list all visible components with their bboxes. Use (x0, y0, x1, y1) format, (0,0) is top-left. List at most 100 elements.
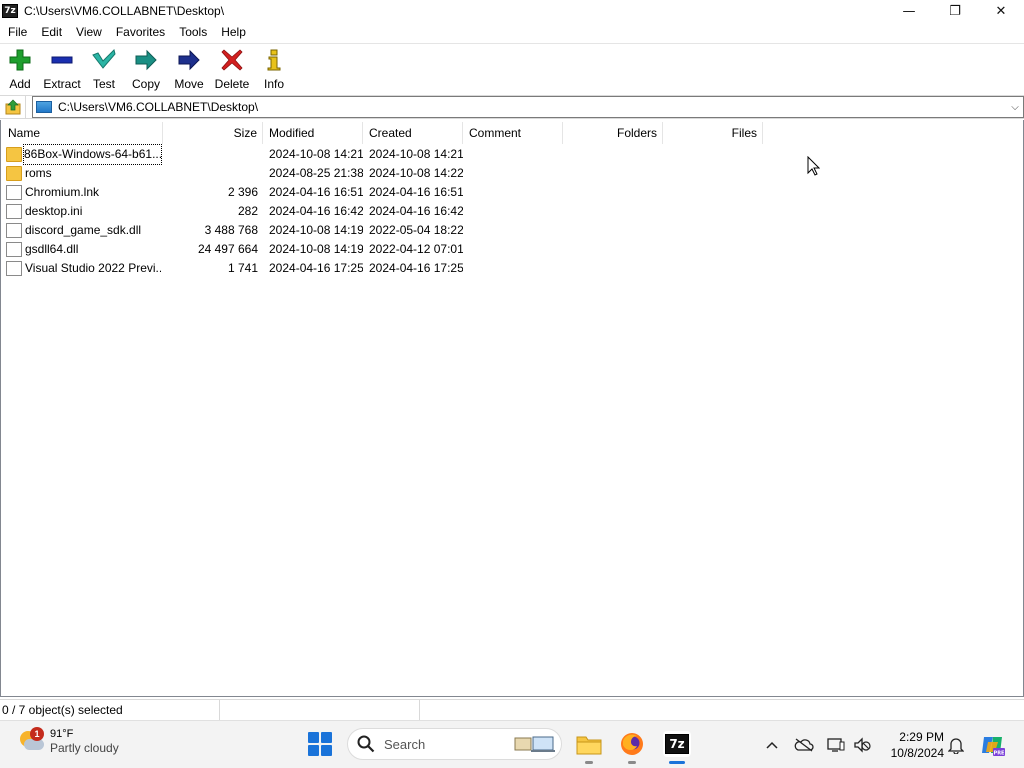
title-bar: 7z C:\Users\VM6.COLLABNET\Desktop\ — ❐ ✕ (0, 0, 1024, 22)
minimize-button[interactable]: — (886, 0, 932, 22)
7zip-taskbar-icon[interactable]: 7z (663, 731, 691, 757)
tray-overflow-chevron-icon[interactable] (762, 735, 782, 755)
move-button[interactable]: Move (168, 44, 210, 94)
info-button[interactable]: Info (254, 44, 294, 94)
column-header-name[interactable]: Name (8, 122, 163, 144)
up-folder-button[interactable] (0, 96, 26, 118)
file-modified: 2024-04-16 17:25 (269, 261, 363, 275)
move-label: Move (174, 77, 204, 91)
system-clock[interactable]: 2:29 PM 10/8/2024 (882, 729, 944, 761)
file-modified: 2024-04-16 16:51 (269, 185, 363, 199)
column-header-size[interactable]: Size (163, 122, 263, 144)
table-row[interactable]: 86Box-Windows-64-b61... 2024-10-08 14:21… (1, 144, 1024, 165)
copy-button[interactable]: Copy (124, 44, 168, 94)
file-created: 2022-04-12 07:01 (369, 242, 463, 256)
chevron-down-icon[interactable]: ⌵ (1007, 97, 1023, 117)
selection-status: 0 / 7 object(s) selected (0, 699, 220, 720)
window-controls: — ❐ ✕ (886, 0, 1024, 22)
move-arrow-icon (177, 48, 201, 72)
table-row[interactable]: roms 2024-08-25 21:38 2024-10-08 14:22 (1, 164, 1024, 183)
7zip-active-indicator (669, 761, 685, 764)
taskbar-search[interactable]: Search (347, 728, 562, 760)
status-segment-3 (420, 700, 620, 720)
windows-start-icon[interactable] (308, 732, 332, 756)
firefox-running-indicator (628, 761, 636, 764)
menu-edit[interactable]: Edit (34, 22, 69, 43)
menu-tools[interactable]: Tools (172, 22, 214, 43)
table-row[interactable]: discord_game_sdk.dll 3 488 768 2024-10-0… (1, 221, 1024, 240)
column-header-files[interactable]: Files (663, 122, 763, 144)
info-label: Info (263, 77, 284, 91)
copy-arrow-icon (134, 48, 158, 72)
menu-help[interactable]: Help (214, 22, 253, 43)
maximize-button[interactable]: ❐ (932, 0, 978, 22)
search-highlight-icon (514, 736, 555, 752)
file-created: 2024-10-08 14:21 (369, 147, 463, 161)
menu-favorites[interactable]: Favorites (109, 22, 172, 43)
extract-button[interactable]: Extract (40, 44, 84, 94)
file-size (163, 145, 258, 164)
file-name: desktop.ini (25, 204, 83, 218)
column-header-folders[interactable]: Folders (563, 122, 663, 144)
delete-x-icon (220, 48, 244, 72)
notification-bell-icon[interactable] (946, 735, 966, 755)
mouse-pointer-icon (807, 156, 820, 176)
weather-widget[interactable]: 1 91°F Partly cloudy (18, 727, 119, 755)
path-input[interactable]: C:\Users\VM6.COLLABNET\Desktop\ ⌵ (32, 96, 1024, 118)
clock-date: 10/8/2024 (890, 746, 944, 760)
column-header-created[interactable]: Created (363, 122, 463, 144)
file-name: gsdll64.dll (25, 242, 79, 256)
network-display-icon[interactable] (826, 735, 846, 755)
address-bar: C:\Users\VM6.COLLABNET\Desktop\ ⌵ (0, 95, 1024, 119)
column-header-comment[interactable]: Comment (463, 122, 563, 144)
info-icon (262, 48, 286, 72)
status-bar: 0 / 7 object(s) selected (0, 699, 1024, 720)
drive-icon (36, 101, 52, 113)
file-size: 3 488 768 (204, 223, 258, 237)
generic-file-icon (6, 261, 22, 276)
volume-muted-icon[interactable] (852, 735, 872, 755)
copilot-icon[interactable]: PRE (980, 732, 1006, 758)
file-size: 1 741 (227, 261, 258, 275)
file-size (163, 164, 258, 183)
onedrive-offline-icon[interactable] (794, 735, 814, 755)
shortcut-file-icon (6, 185, 22, 200)
file-explorer-icon[interactable] (575, 731, 603, 757)
file-created: 2024-10-08 14:22 (369, 166, 463, 180)
7zip-app-icon[interactable]: 7z (2, 4, 18, 18)
file-name: discord_game_sdk.dll (25, 223, 142, 237)
weather-condition: Partly cloudy (50, 741, 119, 755)
column-header-modified[interactable]: Modified (263, 122, 363, 144)
search-placeholder: Search (384, 736, 426, 752)
delete-button[interactable]: Delete (210, 44, 254, 94)
folder-icon (6, 166, 22, 181)
file-list[interactable]: Name Size Modified Created Comment Folde… (0, 120, 1024, 697)
column-modified-label: Modified (269, 126, 315, 140)
firefox-icon[interactable] (618, 731, 646, 757)
extract-label: Extract (43, 77, 81, 91)
table-row[interactable]: Visual Studio 2022 Previ... 1 741 2024-0… (1, 259, 1024, 278)
menu-bar: File Edit View Favorites Tools Help (0, 22, 1024, 43)
plus-icon (8, 48, 32, 72)
checkmark-icon (92, 48, 116, 72)
close-button[interactable]: ✕ (978, 0, 1024, 22)
minus-icon (50, 48, 74, 72)
column-files-label: Files (731, 126, 757, 140)
file-modified: 2024-08-25 21:38 (269, 166, 363, 180)
menu-view[interactable]: View (69, 22, 109, 43)
column-name-label: Name (8, 126, 41, 140)
search-icon (356, 734, 376, 754)
file-name: roms (25, 166, 52, 180)
table-row[interactable]: gsdll64.dll 24 497 664 2024-10-08 14:19 … (1, 240, 1024, 259)
menu-file[interactable]: File (0, 22, 34, 43)
path-text: C:\Users\VM6.COLLABNET\Desktop\ (58, 100, 259, 114)
test-button[interactable]: Test (84, 44, 124, 94)
table-row[interactable]: Chromium.lnk 2 396 2024-04-16 16:51 2024… (1, 183, 1024, 202)
add-button[interactable]: Add (0, 44, 40, 94)
delete-label: Delete (214, 77, 250, 91)
file-size: 2 396 (227, 185, 258, 199)
table-row[interactable]: desktop.ini 282 2024-04-16 16:42 2024-04… (1, 202, 1024, 221)
folder-icon (6, 147, 22, 162)
dll-file-icon (6, 223, 22, 238)
column-created-label: Created (369, 126, 412, 140)
